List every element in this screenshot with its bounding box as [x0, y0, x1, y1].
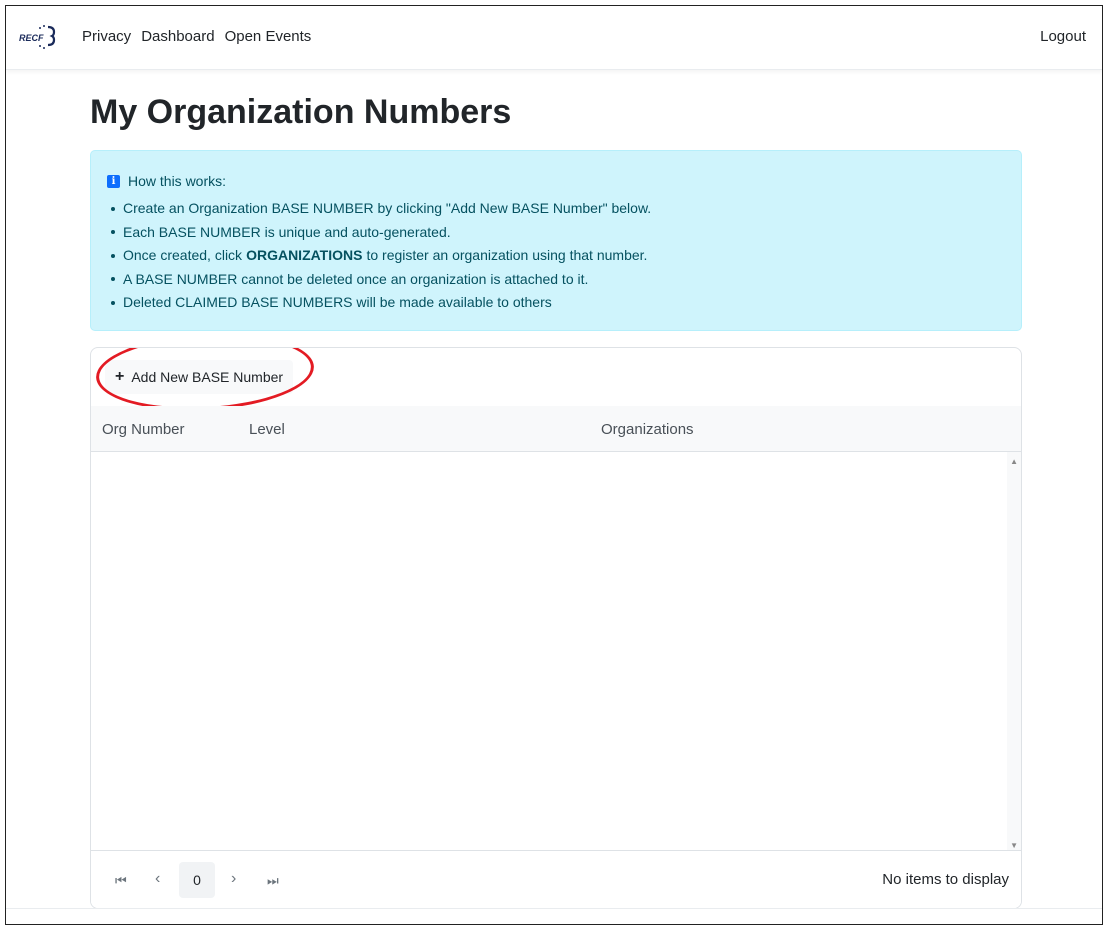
add-base-number-button[interactable]: + Add New BASE Number	[105, 360, 294, 394]
bullet-icon	[111, 206, 115, 211]
page-title: My Organization Numbers	[90, 93, 512, 131]
nav-open-events[interactable]: Open Events	[225, 28, 312, 45]
app-frame: RECF Privacy Dashboard Open Events Logou…	[5, 5, 1103, 925]
grid-toolbar: + Add New BASE Number	[91, 348, 1021, 416]
info-item: Once created, click ORGANIZATIONS to regis…	[111, 244, 651, 268]
info-item: A BASE NUMBER cannot be deleted once an …	[111, 268, 651, 292]
column-header-org-number[interactable]: Org Number	[102, 421, 185, 438]
top-navbar: RECF Privacy Dashboard Open Events Logou…	[6, 6, 1102, 70]
add-base-number-label: Add New BASE Number	[131, 369, 284, 385]
plus-icon: +	[115, 368, 125, 385]
column-header-organizations[interactable]: Organizations	[601, 421, 694, 438]
column-header-level[interactable]: Level	[249, 421, 285, 438]
grid-body: ▲ ▼	[91, 452, 1021, 852]
bullet-icon	[111, 230, 115, 235]
info-alert: i How this works: Create an Organization…	[90, 150, 1022, 331]
info-heading: i How this works:	[107, 173, 226, 189]
bullet-icon	[111, 253, 115, 258]
scroll-down-icon[interactable]: ▼	[1010, 841, 1018, 850]
bullet-icon	[111, 277, 115, 282]
organizations-emphasis: ORGANIZATIONS	[246, 247, 363, 263]
footer-divider	[6, 908, 1102, 909]
next-page-icon[interactable]: ›	[231, 870, 236, 888]
prev-page-icon[interactable]: ‹	[155, 870, 160, 888]
bullet-icon	[111, 300, 115, 305]
info-item: Deleted CLAIMED BASE NUMBERS will be mad…	[111, 291, 651, 315]
last-page-icon[interactable]: ⏭	[267, 873, 279, 889]
pager-status: No items to display	[882, 871, 1009, 888]
page-number-button[interactable]: 0	[179, 862, 215, 898]
info-list: Create an Organization BASE NUMBER by cl…	[111, 197, 651, 315]
grid-header: Org Number Level Organizations	[91, 406, 1021, 452]
info-icon: i	[107, 174, 120, 188]
info-item: Each BASE NUMBER is unique and auto-gene…	[111, 221, 651, 245]
vertical-scrollbar[interactable]: ▲ ▼	[1007, 452, 1021, 852]
info-item: Create an Organization BASE NUMBER by cl…	[111, 197, 651, 221]
first-page-icon[interactable]: ⏮	[115, 873, 127, 889]
logo-text: RECF	[19, 33, 44, 43]
logout-link[interactable]: Logout	[1040, 28, 1086, 45]
nav-links: Privacy Dashboard Open Events	[82, 28, 321, 45]
grid-pager: ⏮ ‹ 0 › ⏭ No items to display	[91, 850, 1021, 908]
nav-privacy[interactable]: Privacy	[82, 28, 131, 45]
info-heading-text: How this works:	[128, 173, 227, 189]
nav-dashboard[interactable]: Dashboard	[141, 28, 214, 45]
org-numbers-grid: + Add New BASE Number Org Number Level O…	[90, 347, 1022, 909]
scroll-up-icon[interactable]: ▲	[1010, 457, 1018, 466]
recf-logo[interactable]: RECF	[18, 24, 58, 50]
